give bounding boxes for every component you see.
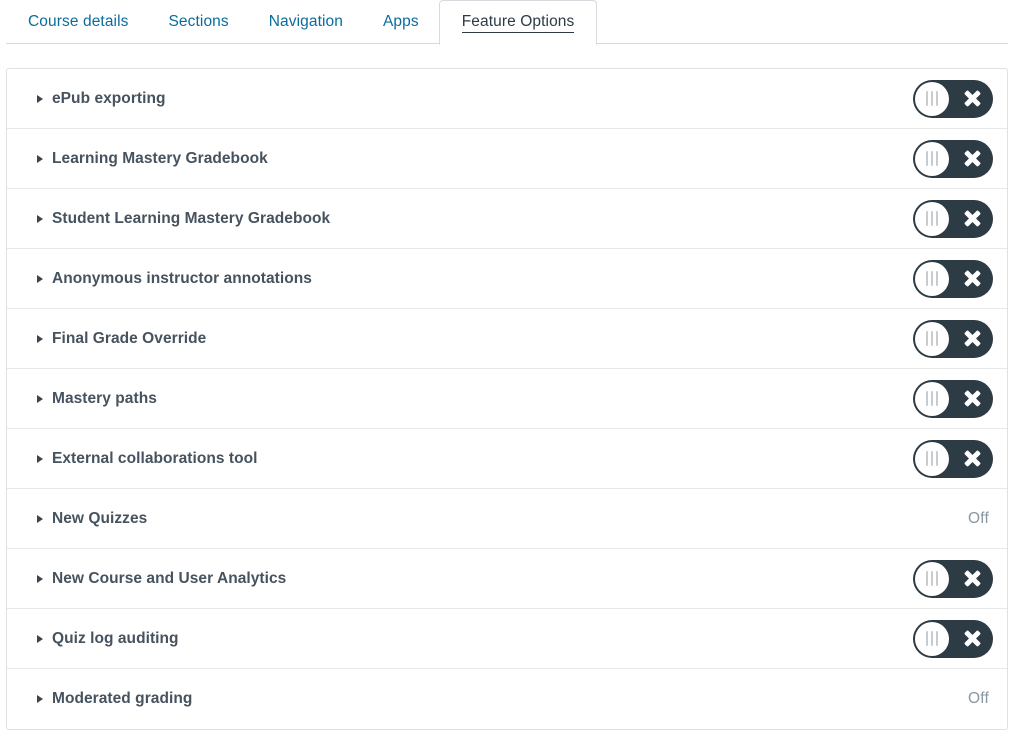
toggle-knob-grip-icon: [915, 141, 949, 176]
feature-state: [905, 619, 993, 658]
toggle-knob-grip-icon: [915, 441, 949, 476]
close-x-icon: [960, 200, 984, 238]
feature-options-page: Course details Sections Navigation Apps Feat…: [0, 0, 1024, 738]
chevron-right-icon[interactable]: [37, 634, 43, 643]
toggle-knob-grip-icon: [915, 81, 949, 116]
close-x-icon: [960, 80, 984, 118]
feature-label[interactable]: New Quizzes: [52, 510, 905, 528]
toggle-knob-grip-icon: [915, 261, 949, 296]
close-x-icon: [960, 560, 984, 598]
feature-toggle-switch[interactable]: [913, 559, 993, 598]
chevron-right-icon[interactable]: [37, 334, 43, 343]
tab-label: Apps: [382, 13, 419, 30]
feature-state: [905, 199, 993, 238]
feature-label[interactable]: New Course and User Analytics: [52, 570, 905, 588]
feature-toggle-switch[interactable]: [913, 199, 993, 238]
feature-toggle-switch[interactable]: [913, 139, 993, 178]
tab-label: Sections: [168, 13, 229, 30]
close-x-icon: [960, 140, 984, 178]
feature-state: [905, 379, 993, 418]
chevron-right-icon[interactable]: [37, 214, 43, 223]
feature-row: Mastery paths: [7, 369, 1007, 429]
feature-state: [905, 439, 993, 478]
toggle-knob-grip-icon: [915, 201, 949, 236]
feature-state: Off: [905, 690, 993, 708]
feature-label[interactable]: Anonymous instructor annotations: [52, 270, 905, 288]
close-x-icon: [960, 320, 984, 358]
settings-tab-bar: Course details Sections Navigation Apps Feat…: [0, 0, 1024, 45]
tab-navigation[interactable]: Navigation: [249, 0, 363, 44]
feature-state: [905, 139, 993, 178]
tab-sections[interactable]: Sections: [148, 0, 248, 44]
toggle-knob-grip-icon: [915, 381, 949, 416]
feature-label[interactable]: Learning Mastery Gradebook: [52, 150, 905, 168]
chevron-right-icon[interactable]: [37, 574, 43, 583]
feature-row: ePub exporting: [7, 69, 1007, 129]
close-x-icon: [960, 620, 984, 658]
feature-row: Quiz log auditing: [7, 609, 1007, 669]
feature-label[interactable]: Final Grade Override: [52, 330, 905, 348]
tab-feature-options[interactable]: Feature Options: [438, 0, 598, 45]
feature-label[interactable]: Moderated grading: [52, 690, 905, 708]
feature-row: Learning Mastery Gradebook: [7, 129, 1007, 189]
feature-row: Anonymous instructor annotations: [7, 249, 1007, 309]
feature-row: External collaborations tool: [7, 429, 1007, 489]
tab-course-details[interactable]: Course details: [8, 0, 148, 44]
tab-label: Feature Options: [461, 13, 575, 33]
feature-state: [905, 79, 993, 118]
chevron-right-icon[interactable]: [37, 394, 43, 403]
feature-toggle-switch[interactable]: [913, 619, 993, 658]
feature-row: New Quizzes Off: [7, 489, 1007, 549]
close-x-icon: [960, 260, 984, 298]
feature-row: Final Grade Override: [7, 309, 1007, 369]
feature-row: Moderated grading Off: [7, 669, 1007, 729]
feature-row: Student Learning Mastery Gradebook: [7, 189, 1007, 249]
tab-apps[interactable]: Apps: [363, 0, 439, 44]
feature-toggle-switch[interactable]: [913, 259, 993, 298]
close-x-icon: [960, 440, 984, 478]
feature-state: [905, 319, 993, 358]
feature-state-text: Off: [968, 509, 989, 527]
feature-state: [905, 559, 993, 598]
feature-state: Off: [905, 510, 993, 528]
feature-label[interactable]: Quiz log auditing: [52, 630, 905, 648]
feature-toggle-switch[interactable]: [913, 379, 993, 418]
feature-state: [905, 259, 993, 298]
feature-label[interactable]: Mastery paths: [52, 390, 905, 408]
chevron-right-icon[interactable]: [37, 274, 43, 283]
chevron-right-icon[interactable]: [37, 454, 43, 463]
feature-row: New Course and User Analytics: [7, 549, 1007, 609]
feature-options-list: ePub exporting Learning Mastery Gradebook…: [6, 68, 1008, 730]
tab-label: Navigation: [268, 13, 343, 30]
feature-toggle-switch[interactable]: [913, 319, 993, 358]
chevron-right-icon[interactable]: [37, 514, 43, 523]
chevron-right-icon[interactable]: [37, 94, 43, 103]
feature-state-text: Off: [968, 690, 989, 707]
close-x-icon: [960, 380, 984, 418]
feature-label[interactable]: Student Learning Mastery Gradebook: [52, 210, 905, 228]
chevron-right-icon[interactable]: [37, 154, 43, 163]
toggle-knob-grip-icon: [915, 621, 949, 656]
feature-label[interactable]: ePub exporting: [52, 90, 905, 108]
feature-toggle-switch[interactable]: [913, 79, 993, 118]
feature-toggle-switch[interactable]: [913, 439, 993, 478]
toggle-knob-grip-icon: [915, 561, 949, 596]
feature-label[interactable]: External collaborations tool: [52, 450, 905, 468]
tab-label: Course details: [28, 13, 129, 30]
chevron-right-icon[interactable]: [37, 695, 43, 703]
toggle-knob-grip-icon: [915, 321, 949, 356]
